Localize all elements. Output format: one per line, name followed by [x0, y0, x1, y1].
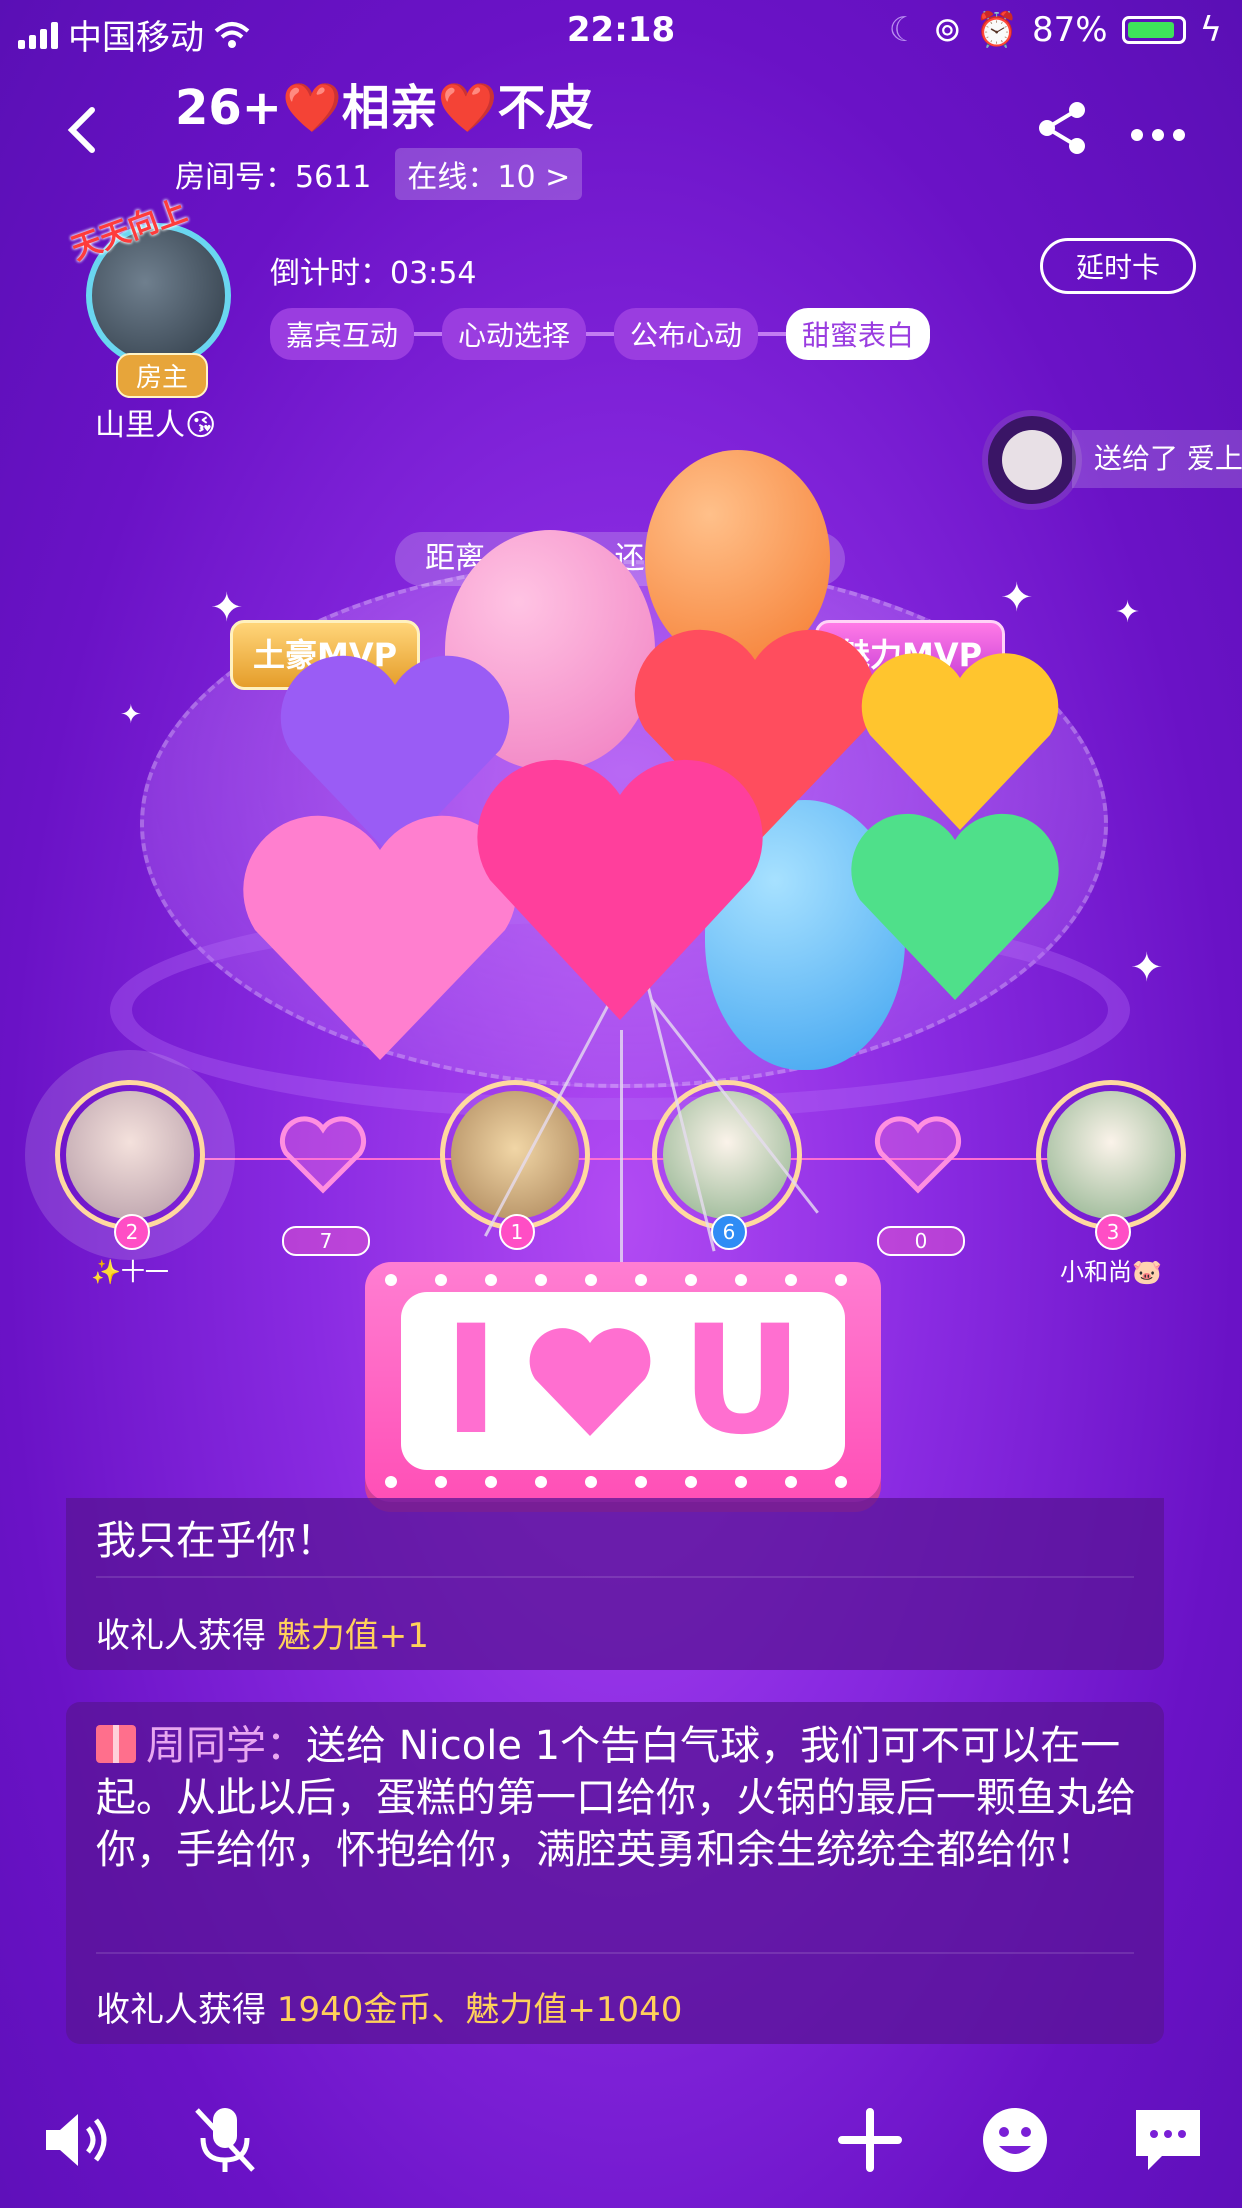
heart-link-left: [278, 1115, 368, 1195]
countdown-timer: 倒计时：03:54: [270, 256, 477, 291]
seat-number: 2: [114, 1214, 150, 1250]
seat-number: 3: [1095, 1214, 1131, 1250]
sparkle-icon: ✦: [1130, 945, 1164, 991]
reward-line: 收礼人获得 1940金币、魅力值+1040: [96, 1990, 683, 2030]
balloon-heart-magenta: [477, 759, 763, 1020]
status-right: ☾ ⊚ ⏰ 87% ϟ: [889, 10, 1222, 50]
gift-icon: [96, 1725, 136, 1763]
smile-icon: [983, 2108, 1047, 2172]
host-seat[interactable]: 天天向上 房主: [67, 193, 248, 398]
ticker-avatar: [982, 410, 1082, 510]
sparkle-icon: ✦: [1115, 595, 1141, 630]
chat-message: 周同学：送给 Nicole 1个告白气球，我们可不可以在一起。从此以后，蛋糕的第…: [66, 1702, 1164, 2044]
more-icon: [1131, 129, 1185, 141]
bottom-toolbar: [0, 2100, 1242, 2180]
rotation-lock-icon: ⊚: [933, 10, 962, 50]
sparkle-icon: ✦: [1000, 575, 1034, 621]
room-title: 26+❤️相亲❤️不皮: [175, 80, 594, 136]
reward-value: 1940金币、魅力值+1040: [276, 1990, 683, 2030]
share-button[interactable]: [1035, 100, 1091, 156]
speaker-button[interactable]: [38, 2100, 118, 2180]
heart-link-right: [873, 1115, 963, 1195]
ilu-right: U: [681, 1294, 803, 1468]
charging-icon: ϟ: [1199, 10, 1222, 50]
chat-button[interactable]: [1128, 2100, 1208, 2180]
plus-icon: [838, 2108, 902, 2172]
message-sender[interactable]: 周同学：: [146, 1723, 306, 1769]
mic-button[interactable]: [185, 2100, 265, 2180]
guest-seat-3[interactable]: [1036, 1080, 1186, 1230]
online-count-button[interactable]: 在线：10 >: [395, 148, 583, 200]
host-badge: 房主: [116, 353, 209, 398]
speaker-icon: [46, 2114, 107, 2166]
reward-value: 魅力值+1: [276, 1616, 429, 1656]
ticker-text: 送给了 爱上: [1072, 430, 1242, 488]
guest-avatar: [66, 1091, 194, 1219]
voice-room-screen: 中国移动 22:18 ☾ ⊚ ⏰ 87% ϟ 26+❤️相亲❤️不皮 房间号：5…: [0, 0, 1242, 2208]
guest-avatar: [451, 1091, 579, 1219]
battery-percent: 87%: [1031, 10, 1108, 50]
heart-count-right: 0: [877, 1226, 965, 1256]
heart-icon: [874, 1116, 962, 1194]
extend-time-button[interactable]: 延时卡: [1040, 238, 1196, 294]
add-button[interactable]: [830, 2100, 910, 2180]
i-love-u-sign: I U: [365, 1262, 881, 1502]
more-button[interactable]: [1130, 110, 1186, 142]
seat-name: 小和尚🐷: [1060, 1258, 1162, 1286]
guest-seat-2[interactable]: [55, 1080, 205, 1230]
heart-icon: [279, 1116, 367, 1194]
room-meta: 房间号：5611 在线：10 >: [175, 148, 583, 200]
i-love-u-text: I U: [401, 1292, 845, 1470]
heart-icon: [529, 1328, 651, 1436]
reward-line: 收礼人获得 魅力值+1: [96, 1616, 429, 1656]
balloon-string: [620, 1030, 623, 1270]
gift-ticker: 送给了 爱上: [982, 410, 1242, 510]
back-button[interactable]: [62, 100, 102, 160]
host-name: 山里人😘: [95, 408, 217, 443]
step-heart-choice: 心动选择: [442, 308, 587, 360]
seat-number: 6: [711, 1214, 747, 1250]
seat-name: ✨十一: [91, 1258, 169, 1286]
guest-avatar: [1047, 1091, 1175, 1219]
moon-icon: ☾: [888, 10, 920, 50]
emoji-button[interactable]: [975, 2100, 1055, 2180]
sparkle-icon: ✦: [120, 700, 142, 730]
seat-number: 1: [499, 1214, 535, 1250]
chevron-left-icon: [67, 107, 95, 153]
mic-muted-icon: [195, 2108, 255, 2172]
alarm-icon: ⏰: [975, 10, 1018, 50]
session-steps: 嘉宾互动 心动选择 公布心动 甜蜜表白: [270, 308, 931, 360]
step-guest-interaction: 嘉宾互动: [270, 308, 415, 360]
message-body: 我只在乎你！: [96, 1518, 336, 1564]
chat-message: 我只在乎你！ 收礼人获得 魅力值+1: [66, 1498, 1164, 1670]
sparkle-icon: ✦: [210, 585, 244, 631]
battery-icon: [1121, 16, 1186, 44]
guest-seat-1[interactable]: [440, 1080, 590, 1230]
chat-bubble-icon: [1136, 2110, 1200, 2170]
share-icon: [1039, 102, 1085, 154]
step-reveal: 公布心动: [614, 308, 759, 360]
balloon-heart-green: [851, 813, 1059, 1000]
room-id: 房间号：5611: [175, 160, 372, 195]
heart-count-left: 7: [282, 1226, 370, 1256]
ilu-left: I: [443, 1294, 499, 1468]
status-bar: 中国移动 22:18 ☾ ⊚ ⏰ 87% ϟ: [0, 0, 1242, 62]
step-confession: 甜蜜表白: [786, 308, 931, 360]
message-body-wrap: 周同学：送给 Nicole 1个告白气球，我们可不可以在一起。从此以后，蛋糕的第…: [96, 1720, 1136, 1876]
